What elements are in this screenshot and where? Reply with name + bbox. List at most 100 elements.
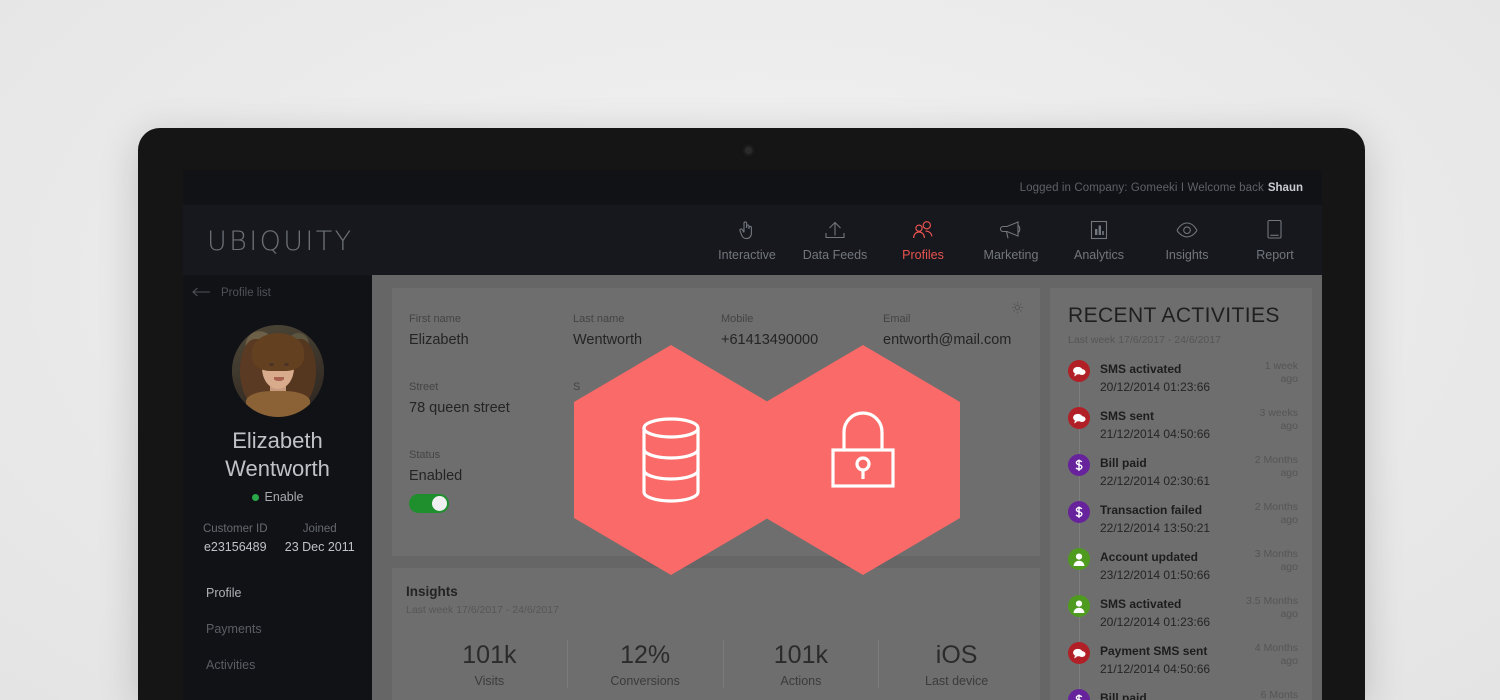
status-label: Enable bbox=[264, 490, 304, 504]
insights-title: Insights bbox=[406, 584, 458, 599]
upload-icon bbox=[824, 219, 846, 241]
webcam-icon bbox=[745, 147, 752, 154]
activity-text: Bill paid 22/12/2014 02:30:61 bbox=[1100, 454, 1230, 490]
app-body: Profile list Elizabeth Wentworth Enable bbox=[183, 275, 1322, 700]
app-logo[interactable]: UBIQUITY bbox=[207, 226, 354, 257]
dollar-icon bbox=[1068, 454, 1090, 476]
stat-value: 12% bbox=[620, 641, 671, 669]
stat-value: iOS bbox=[935, 641, 978, 669]
activity-title: SMS activated bbox=[1100, 597, 1182, 611]
eye-icon bbox=[1175, 219, 1199, 241]
activity-when: 6 Montsago bbox=[1260, 689, 1298, 700]
gear-icon[interactable] bbox=[1011, 301, 1024, 319]
activity-item[interactable]: SMS sent 21/12/2014 04:50:66 3 weeks ago bbox=[1068, 407, 1298, 443]
activity-title: SMS activated bbox=[1100, 362, 1182, 376]
dollar-icon bbox=[1068, 501, 1090, 523]
field-value: Elizabeth bbox=[409, 332, 469, 348]
sidebar-menu: Profile Payments Activities bbox=[183, 575, 372, 683]
right-column: RECENT ACTIVITIES Last week 17/6/2017 - … bbox=[1050, 288, 1312, 700]
person-icon bbox=[1068, 595, 1090, 617]
activity-when: 2 Months ago bbox=[1254, 454, 1298, 479]
nav-item-report[interactable]: Report bbox=[1231, 205, 1319, 275]
activity-item[interactable]: SMS activated 20/12/2014 01:23:66 1 week ag… bbox=[1068, 360, 1298, 396]
meta-customer-id: Customer ID e23156489 bbox=[193, 520, 278, 556]
field-label: Email bbox=[883, 313, 911, 325]
back-to-profile-list[interactable]: Profile list bbox=[192, 284, 271, 302]
nav-label: Interactive bbox=[718, 247, 776, 262]
field-value: Wentworth bbox=[573, 332, 643, 348]
arrow-left-icon bbox=[192, 284, 212, 302]
profile-last-name: Wentworth bbox=[225, 456, 330, 481]
activity-timestamp: 21/12/2014 04:50:66 bbox=[1100, 427, 1211, 441]
profile-fields: First name Elizabeth Last name Wentworth… bbox=[409, 310, 1014, 542]
meta-joined: Joined 23 Dec 2011 bbox=[278, 520, 363, 556]
field-spacer-a bbox=[721, 378, 883, 446]
activity-text: SMS activated 20/12/2014 01:23:66 bbox=[1100, 360, 1230, 396]
activity-item[interactable]: Payment SMS sent 21/12/2014 04:50:66 4 Mon… bbox=[1068, 642, 1298, 678]
activities-subtitle: Last week 17/6/2017 - 24/6/2017 bbox=[1068, 334, 1221, 346]
page-title: Elizabeth Wentworth bbox=[183, 427, 372, 483]
field-reset: Reset bbox=[573, 446, 721, 542]
activity-when: 3 weeks ago bbox=[1259, 407, 1298, 432]
activity-timestamp: 20/12/2014 01:23:66 bbox=[1100, 615, 1211, 629]
field-label: Status bbox=[409, 449, 441, 461]
field-street[interactable]: Street 78 queen street bbox=[409, 378, 573, 446]
screen: Logged in Company: Gomeeki I Welcome bac… bbox=[183, 170, 1322, 700]
field-value: 78 queen street bbox=[409, 400, 510, 416]
hand-pointer-icon bbox=[737, 219, 757, 241]
activity-timestamp: 23/12/2014 01:50:66 bbox=[1100, 568, 1211, 582]
activity-when: 3.5 Months ago bbox=[1246, 595, 1298, 620]
activity-item[interactable]: Bill paid 22/12/2014 02:30:61 2 Months ago bbox=[1068, 454, 1298, 490]
nav-item-analytics[interactable]: Analytics bbox=[1055, 205, 1143, 275]
nav-label: Report bbox=[1256, 247, 1294, 262]
field-first-name[interactable]: First name Elizabeth bbox=[409, 310, 573, 378]
meta-value: e23156489 bbox=[203, 540, 267, 554]
activity-item[interactable]: Account updated 23/12/2014 01:50:66 3 Mont… bbox=[1068, 548, 1298, 584]
sidebar-item-payments[interactable]: Payments bbox=[183, 611, 372, 647]
field-label: First name bbox=[409, 313, 461, 325]
status-dot-icon bbox=[251, 493, 259, 501]
nav-label: Analytics bbox=[1073, 247, 1125, 262]
profile-meta: Customer ID e23156489 Joined 23 Dec 2011 bbox=[193, 520, 362, 556]
nav-item-insights[interactable]: Insights bbox=[1143, 205, 1231, 275]
status-toggle[interactable] bbox=[409, 494, 449, 513]
avatar bbox=[232, 325, 324, 417]
stat-last-device: iOS Last device bbox=[878, 640, 1034, 688]
stat-caption: Actions bbox=[780, 674, 822, 688]
field-last-name[interactable]: Last name Wentworth bbox=[573, 310, 721, 378]
activity-text: Account updated 23/12/2014 01:50:66 bbox=[1100, 548, 1230, 584]
nav-item-profiles[interactable]: Profiles bbox=[879, 205, 967, 275]
field-value: S bbox=[573, 400, 583, 416]
stat-caption: Last device bbox=[925, 674, 989, 688]
field-label: Street bbox=[409, 381, 439, 393]
stat-conversions: 12% Conversions bbox=[566, 640, 723, 688]
activity-title: Account updated bbox=[1100, 550, 1198, 564]
field-label: Mobile bbox=[721, 313, 754, 325]
field-email[interactable]: Email entworth@mail.com bbox=[883, 310, 1014, 378]
activity-title: Bill paid bbox=[1100, 691, 1147, 700]
sidebar-item-profile[interactable]: Profile bbox=[183, 575, 372, 611]
back-label: Profile list bbox=[221, 287, 271, 299]
nav-item-data-feeds[interactable]: Data Feeds bbox=[791, 205, 879, 275]
activity-title: SMS sent bbox=[1100, 409, 1155, 423]
top-status-bar: Logged in Company: Gomeeki I Welcome bac… bbox=[183, 170, 1322, 205]
nav-item-marketing[interactable]: Marketing bbox=[967, 205, 1055, 275]
activity-title: Payment SMS sent bbox=[1100, 644, 1208, 658]
meta-value: 23 Dec 2011 bbox=[284, 540, 355, 554]
activity-item[interactable]: Bill paid22/12/2014 02:30:61 6 Montsago bbox=[1068, 689, 1298, 700]
main-content: First name Elizabeth Last name Wentworth… bbox=[372, 275, 1322, 700]
field-value: +61413490000 bbox=[721, 332, 819, 348]
activity-item[interactable]: Transaction failed 22/12/2014 13:50:21 2 M… bbox=[1068, 501, 1298, 537]
profile-first-name: Elizabeth bbox=[232, 428, 323, 453]
field-status[interactable]: Status Enabled bbox=[409, 446, 573, 542]
nav-item-interactive[interactable]: Interactive bbox=[703, 205, 791, 275]
sidebar-item-activities[interactable]: Activities bbox=[183, 647, 372, 683]
field-suburb[interactable]: S S bbox=[573, 378, 721, 446]
nav-label: Profiles bbox=[902, 247, 944, 262]
field-mobile[interactable]: Mobile +61413490000 bbox=[721, 310, 883, 378]
activity-item[interactable]: SMS activated 20/12/2014 01:23:66 3.5 Mont… bbox=[1068, 595, 1298, 631]
user-name[interactable]: Shaun bbox=[1268, 182, 1303, 194]
reset-link[interactable]: Reset bbox=[573, 498, 610, 514]
field-spacer-b bbox=[883, 378, 1014, 446]
activity-when: 4 Months ago bbox=[1254, 642, 1298, 667]
